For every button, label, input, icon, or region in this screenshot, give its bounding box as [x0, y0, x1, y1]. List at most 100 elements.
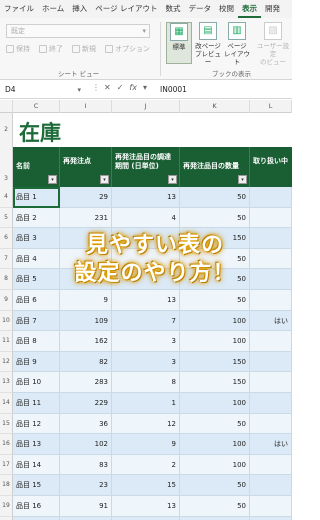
tab-3[interactable]: ページ レイアウト — [91, 0, 161, 18]
custom-views-button[interactable]: ▧ ユーザー設定 のビュー — [255, 22, 291, 66]
cell-reorder[interactable]: 162 — [60, 331, 112, 352]
cell-qty[interactable]: 100 — [180, 393, 250, 414]
cell-name[interactable]: 品目 1 — [13, 187, 60, 208]
header-handling[interactable]: 取り扱い中 — [250, 147, 292, 187]
header-reorder-qty[interactable]: 再発注品目の数量 ▾ — [180, 147, 250, 187]
header-name[interactable]: 名前 ▾ — [13, 147, 60, 187]
cell-lead[interactable]: 12 — [112, 516, 180, 520]
cell-qty[interactable]: 50 — [180, 207, 250, 229]
column-header-l[interactable]: L — [250, 100, 292, 113]
cell-qty[interactable]: 50 — [180, 475, 250, 496]
tab-2[interactable]: 挿入 — [68, 0, 91, 18]
cell-name[interactable]: 品目 2 — [13, 207, 60, 229]
cell-lead[interactable]: 4 — [112, 207, 180, 229]
page-layout-button[interactable]: ▥ ページ レイアウト — [224, 22, 250, 66]
cell-name[interactable]: 品目 17 — [13, 516, 60, 520]
row-header[interactable]: 8 — [0, 269, 13, 290]
cell-reorder[interactable]: 36 — [60, 413, 112, 435]
filter-dropdown-icon[interactable]: ▾ — [100, 175, 109, 184]
row-header[interactable]: 13 — [0, 372, 13, 393]
cell-name[interactable]: 品目 13 — [13, 434, 60, 455]
tab-5[interactable]: データ — [185, 0, 216, 18]
cell-name[interactable]: 品目 7 — [13, 310, 60, 332]
cell-qty[interactable]: 150 — [180, 351, 250, 373]
cell-reorder[interactable]: 102 — [60, 434, 112, 455]
cell-lead[interactable]: 7 — [112, 310, 180, 332]
cell-lead[interactable]: 3 — [112, 351, 180, 373]
cell-lead[interactable]: 1 — [112, 393, 180, 414]
cell-lead[interactable]: 3 — [112, 331, 180, 352]
cell-lead[interactable]: 12 — [112, 413, 180, 435]
cell-name[interactable]: 品目 16 — [13, 496, 60, 517]
header-lead-time[interactable]: 再発注品目の調達期間 (日単位) ▾ — [112, 147, 180, 187]
cell-handling[interactable] — [250, 372, 292, 393]
sheet-view-button-3[interactable]: オプション — [105, 44, 150, 54]
row-header[interactable]: 17 — [0, 454, 13, 476]
chevron-down-icon[interactable]: ▾ — [143, 83, 147, 92]
cell-qty[interactable]: 100 — [180, 454, 250, 476]
tab-1[interactable]: ホーム — [38, 0, 68, 18]
cell-lead[interactable]: 8 — [112, 372, 180, 393]
name-box[interactable]: D4 ▾ — [2, 83, 84, 97]
cell-reorder[interactable]: 229 — [60, 393, 112, 414]
cell-handling[interactable]: はい — [250, 310, 292, 332]
cell-name[interactable]: 品目 10 — [13, 372, 60, 393]
cell-reorder[interactable]: 91 — [60, 496, 112, 517]
row-header[interactable]: 15 — [0, 413, 13, 435]
column-header-k[interactable]: K — [180, 100, 250, 113]
column-header-i[interactable]: I — [60, 100, 112, 113]
cell-handling[interactable] — [250, 331, 292, 352]
tab-7[interactable]: 表示 — [238, 0, 262, 18]
filter-dropdown-icon[interactable]: ▾ — [48, 175, 57, 184]
row-header-3[interactable]: 3 — [0, 147, 13, 187]
page-break-preview-button[interactable]: ▤ 改ページ プレビュー — [195, 22, 221, 66]
cell-qty[interactable]: 100 — [180, 331, 250, 352]
cell-handling[interactable] — [250, 207, 292, 229]
formula-input[interactable]: IN0001 — [160, 83, 187, 97]
cell-handling[interactable] — [250, 475, 292, 496]
cell-name[interactable]: 品目 11 — [13, 393, 60, 414]
row-header-2[interactable]: 2 — [0, 113, 13, 147]
row-header[interactable]: 6 — [0, 228, 13, 249]
cell-lead[interactable]: 9 — [112, 434, 180, 455]
cell-handling[interactable] — [250, 496, 292, 517]
insert-function-icon[interactable]: fx — [129, 83, 137, 92]
cell-name[interactable]: 品目 12 — [13, 413, 60, 435]
filter-dropdown-icon[interactable]: ▾ — [168, 175, 177, 184]
cell-name[interactable]: 品目 15 — [13, 475, 60, 496]
row-header[interactable]: 20 — [0, 516, 13, 520]
cell-reorder[interactable]: 29 — [60, 187, 112, 208]
cell-name[interactable]: 品目 14 — [13, 454, 60, 476]
row-header[interactable]: 10 — [0, 310, 13, 332]
cell-qty[interactable]: 150 — [180, 372, 250, 393]
confirm-icon[interactable]: ✓ — [117, 83, 124, 92]
row-header[interactable]: 11 — [0, 331, 13, 352]
cell-reorder[interactable]: 83 — [60, 454, 112, 476]
tab-4[interactable]: 数式 — [162, 0, 185, 18]
cell-handling[interactable] — [250, 187, 292, 208]
sheet-view-button-0[interactable]: 保持 — [6, 44, 30, 54]
row-header[interactable]: 14 — [0, 393, 13, 414]
cell-handling[interactable] — [250, 393, 292, 414]
cell-handling[interactable]: はい — [250, 434, 292, 455]
row-header[interactable]: 7 — [0, 248, 13, 270]
filter-dropdown-icon[interactable]: ▾ — [238, 175, 247, 184]
cell-handling[interactable] — [250, 351, 292, 373]
sheet-view-button-1[interactable]: 終了 — [39, 44, 63, 54]
cell-reorder[interactable]: 23 — [60, 475, 112, 496]
cell-reorder[interactable]: 109 — [60, 310, 112, 332]
row-header[interactable]: 19 — [0, 496, 13, 517]
tab-0[interactable]: ファイル — [0, 0, 38, 18]
cell-name[interactable]: 品目 9 — [13, 351, 60, 373]
cell-handling[interactable] — [250, 516, 292, 520]
column-header-j[interactable]: J — [112, 100, 180, 113]
cell-reorder[interactable]: 283 — [60, 372, 112, 393]
cancel-icon[interactable]: ✕ — [104, 83, 111, 92]
cell-qty[interactable]: 100 — [180, 310, 250, 332]
cell-lead[interactable]: 13 — [112, 496, 180, 517]
cell-reorder[interactable]: 82 — [60, 351, 112, 373]
header-reorder-point[interactable]: 再発注点 ▾ — [60, 147, 112, 187]
cell-qty[interactable]: 50 — [180, 496, 250, 517]
cell-name[interactable]: 品目 8 — [13, 331, 60, 352]
cell-handling[interactable] — [250, 454, 292, 476]
